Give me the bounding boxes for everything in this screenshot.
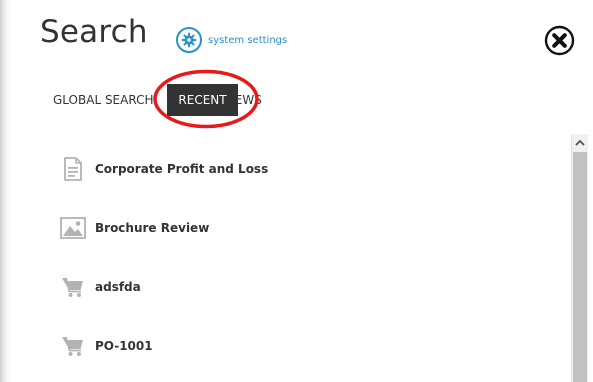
list-item[interactable]: Brochure Review	[40, 208, 568, 248]
list-item-label: PO-1001	[95, 339, 153, 353]
list-item-label: Corporate Profit and Loss	[95, 162, 269, 176]
vertical-scrollbar[interactable]	[571, 134, 588, 382]
image-icon	[60, 215, 86, 241]
list-item[interactable]: Corporate Profit and Loss	[40, 149, 568, 189]
list-item[interactable]: PO-1001	[40, 326, 568, 366]
tab-views-label: VIEWS	[238, 93, 262, 107]
cart-icon	[60, 333, 86, 359]
panel-edge-shadow	[0, 0, 12, 382]
scroll-up-button[interactable]	[572, 134, 588, 151]
system-settings-link[interactable]: system settings	[176, 27, 287, 53]
tab-recent[interactable]: RECENT	[167, 84, 238, 116]
gear-icon	[176, 27, 202, 53]
close-icon	[544, 25, 575, 56]
scrollbar-thumb[interactable]	[573, 152, 587, 382]
tab-global-search[interactable]: GLOBAL SEARCH	[53, 84, 154, 116]
recent-list: Corporate Profit and Loss Brochure Revie…	[40, 136, 568, 382]
system-settings-label: system settings	[208, 34, 288, 46]
document-icon	[60, 156, 86, 182]
list-item-label: Brochure Review	[95, 221, 210, 235]
close-button[interactable]	[544, 25, 575, 56]
search-tabs: GLOBAL SEARCH RECENT VIEWS	[0, 84, 593, 118]
page-title: Search	[40, 14, 148, 50]
list-item-label: adsfda	[95, 280, 141, 294]
chevron-up-icon	[575, 139, 585, 146]
list-item[interactable]: adsfda	[40, 267, 568, 307]
search-panel: Search system settings GLOBAL SEARCH REC…	[0, 0, 593, 382]
tab-views[interactable]: VIEWS	[238, 84, 294, 116]
cart-icon	[60, 274, 86, 300]
